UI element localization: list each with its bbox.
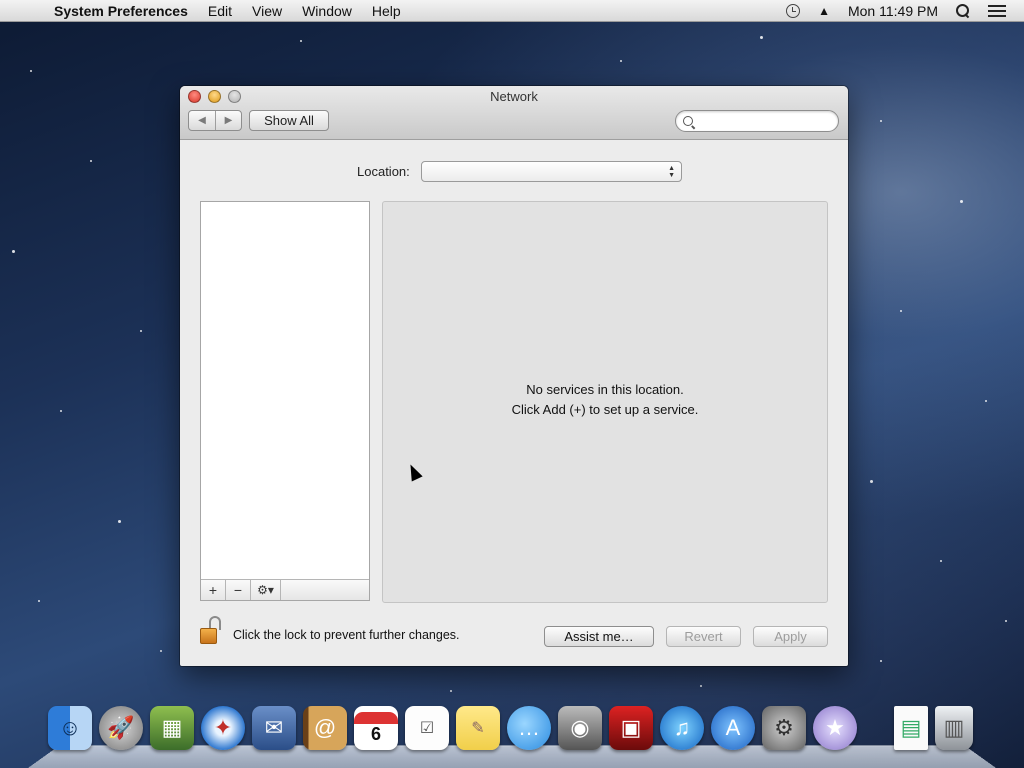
back-arrow-icon[interactable]: ◀ <box>189 111 215 130</box>
calendar-day: 6 <box>370 723 381 744</box>
notification-center-icon[interactable] <box>988 5 1006 17</box>
finder-icon[interactable]: ☺ <box>48 706 92 750</box>
reminders-icon[interactable]: ☑ <box>405 706 449 750</box>
location-select[interactable]: ▲ ▼ <box>421 161 682 182</box>
search-input[interactable] <box>698 113 830 129</box>
wizard-icon[interactable]: ★ <box>813 706 857 750</box>
eject-icon[interactable]: ▲ <box>818 4 830 18</box>
safari-icon[interactable]: ✦ <box>201 706 245 750</box>
lock-text: Click the lock to prevent further change… <box>233 628 460 642</box>
lock-icon[interactable] <box>200 616 224 646</box>
photo-booth-icon[interactable]: ▣ <box>609 706 653 750</box>
menu-view[interactable]: View <box>252 3 282 19</box>
back-forward-control: ◀ ▶ <box>188 110 242 131</box>
itunes-icon[interactable]: ♫ <box>660 706 704 750</box>
apply-button[interactable]: Apply <box>753 626 828 647</box>
assist-me-button[interactable]: Assist me… <box>544 626 654 647</box>
revert-button[interactable]: Revert <box>666 626 741 647</box>
window-titlebar[interactable]: Network ◀ ▶ Show All <box>180 86 848 140</box>
show-all-button[interactable]: Show All <box>249 110 329 131</box>
service-list-footer: + − ⚙▾ <box>201 579 369 600</box>
menu-app-name[interactable]: System Preferences <box>54 3 188 19</box>
search-field[interactable] <box>675 110 839 132</box>
time-machine-icon[interactable] <box>786 4 801 18</box>
network-window: Network ◀ ▶ Show All Location: ▲ ▼ + − ⚙▾… <box>180 86 848 666</box>
service-detail-pane: No services in this location. Click Add … <box>382 201 828 603</box>
trash-icon[interactable]: ▥ <box>935 706 973 750</box>
notes-icon[interactable]: ✎ <box>456 706 500 750</box>
spotlight-icon[interactable] <box>956 4 970 18</box>
menu-bar: System Preferences Edit View Window Help… <box>0 0 1024 22</box>
menu-help[interactable]: Help <box>372 3 401 19</box>
menubar-clock[interactable]: Mon 11:49 PM <box>848 3 938 19</box>
add-service-button[interactable]: + <box>201 580 226 600</box>
service-list[interactable]: + − ⚙▾ <box>200 201 370 601</box>
system-preferences-icon[interactable]: ⚙ <box>762 706 806 750</box>
calendar-icon[interactable]: 6 <box>354 706 398 750</box>
menu-window[interactable]: Window <box>302 3 352 19</box>
window-title: Network <box>490 89 538 104</box>
search-icon <box>683 116 693 126</box>
dock: ☺ 🚀 ▦ ✦ ✉ @ 6 ☑ ✎ … ◉ ▣ ♫ A ⚙ ★ ▤ ▥ <box>28 704 996 768</box>
empty-message-line2: Click Add (+) to set up a service. <box>511 402 699 417</box>
messages-icon[interactable]: … <box>507 706 551 750</box>
document-icon[interactable]: ▤ <box>894 706 928 750</box>
forward-arrow-icon[interactable]: ▶ <box>215 111 241 130</box>
empty-message-line1: No services in this location. <box>526 382 684 397</box>
mail-icon[interactable]: ✉ <box>252 706 296 750</box>
mission-control-icon[interactable]: ▦ <box>150 706 194 750</box>
launchpad-icon[interactable]: 🚀 <box>99 706 143 750</box>
contacts-icon[interactable]: @ <box>303 706 347 750</box>
updown-arrows-icon: ▲ ▼ <box>668 165 675 179</box>
app-store-icon[interactable]: A <box>711 706 755 750</box>
location-label: Location: <box>357 164 410 179</box>
remove-service-button[interactable]: − <box>226 580 251 600</box>
menu-edit[interactable]: Edit <box>208 3 232 19</box>
facetime-icon[interactable]: ◉ <box>558 706 602 750</box>
gear-menu-button[interactable]: ⚙▾ <box>251 580 281 600</box>
